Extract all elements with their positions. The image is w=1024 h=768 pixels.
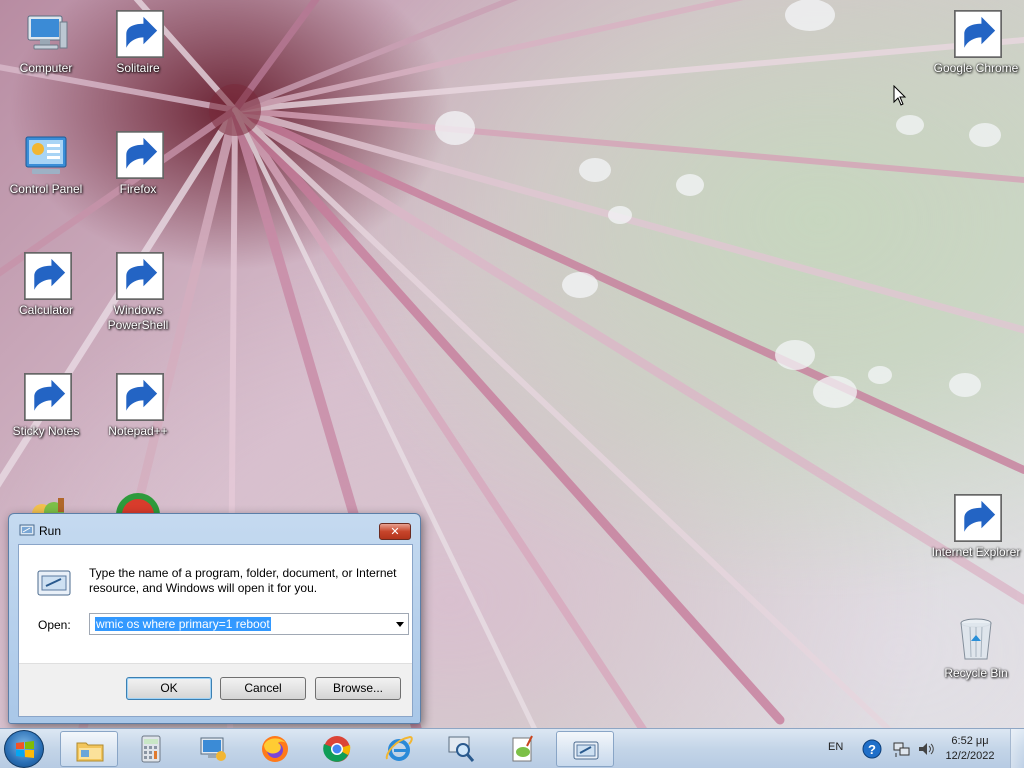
search-icon [446, 734, 476, 764]
taskbar-item-explorer[interactable] [60, 731, 118, 767]
desktop-icon-label: Windows PowerShell [107, 303, 169, 332]
language-indicator[interactable]: EN [828, 741, 843, 753]
desktop-icon-powershell[interactable]: Windows PowerShell [93, 252, 183, 333]
ie-icon [384, 734, 414, 764]
desktop-icon-internet-explorer[interactable]: Internet Explorer [931, 494, 1021, 560]
desktop-icon-control-panel[interactable]: Control Panel [1, 131, 91, 197]
folder-icon [75, 735, 105, 765]
recycle-bin-icon [952, 615, 1000, 663]
run-dialog-body: Type the name of a program, folder, docu… [18, 544, 413, 717]
desktop-icon-label: Firefox [119, 182, 157, 196]
calculator-icon [136, 734, 166, 764]
chrome-icon [952, 10, 1002, 58]
run-dialog-footer: OK Cancel Browse... [19, 663, 412, 716]
run-dialog-message: Type the name of a program, folder, docu… [89, 566, 397, 595]
run-program-icon [37, 570, 71, 596]
volume-icon[interactable] [916, 739, 936, 759]
desktop-icon-notepadpp[interactable]: Notepad++ [93, 373, 183, 439]
cancel-button[interactable]: Cancel [220, 677, 306, 700]
taskbar-item-search[interactable] [432, 731, 490, 767]
run-icon [19, 524, 35, 536]
clock[interactable]: 6:52 μμ 12/2/2022 [940, 734, 1000, 764]
taskbar-item-notepadpp[interactable] [494, 731, 552, 767]
desktop-icon-label: Sticky Notes [12, 424, 80, 438]
network-icon[interactable] [892, 739, 912, 759]
desktop-icon-firefox[interactable]: Firefox [93, 131, 183, 197]
desktop-icon-label: Notepad++ [108, 424, 168, 438]
computer-icon [22, 10, 70, 58]
notepadpp-icon [508, 734, 538, 764]
taskbar-item-chrome[interactable] [308, 731, 366, 767]
sticky-notes-icon [22, 373, 72, 421]
run-dialog-titlebar[interactable]: Run ✕ [9, 514, 420, 544]
start-button[interactable] [4, 730, 44, 768]
taskbar-item-remote-desktop[interactable] [184, 731, 242, 767]
desktop-icon-label: Computer [19, 61, 73, 75]
open-command-input[interactable]: wmic os where primary=1 reboot [95, 617, 271, 631]
firefox-icon [114, 131, 164, 179]
browse-button[interactable]: Browse... [315, 677, 401, 700]
desktop-icon-google-chrome[interactable]: Google Chrome [931, 10, 1021, 76]
taskbar-item-calculator[interactable] [122, 731, 180, 767]
desktop-icon-label: Solitaire [116, 61, 160, 75]
desktop-icon-label: Google Chrome [933, 61, 1019, 75]
chevron-down-icon[interactable] [396, 622, 404, 627]
desktop-icon-computer[interactable]: Computer [1, 10, 91, 76]
help-icon[interactable]: ? [862, 739, 882, 759]
desktop-icon-sticky-notes[interactable]: Sticky Notes [1, 373, 91, 439]
clock-time: 6:52 μμ [951, 735, 989, 747]
powershell-icon [114, 252, 164, 300]
clock-date: 12/2/2022 [945, 750, 995, 762]
taskbar-item-firefox[interactable] [246, 731, 304, 767]
control-panel-icon [22, 131, 70, 179]
chrome-icon [322, 734, 352, 764]
taskbar-item-ie[interactable] [370, 731, 428, 767]
partial-desktop-icon [115, 492, 161, 514]
svg-text:?: ? [868, 742, 876, 757]
close-button[interactable]: ✕ [379, 523, 411, 540]
calculator-icon [22, 252, 72, 300]
desktop-icon-label: Internet Explorer [931, 545, 1021, 559]
run-icon [571, 735, 601, 765]
desktop-icon-label: Calculator [18, 303, 74, 317]
remote-desktop-icon [198, 734, 228, 764]
taskbar-item-run[interactable] [556, 731, 614, 767]
windows-logo-icon [16, 741, 34, 758]
desktop-icon-recycle-bin[interactable]: Recycle Bin [931, 615, 1021, 681]
open-command-combobox[interactable]: wmic os where primary=1 reboot [89, 613, 409, 635]
ie-icon [952, 494, 1002, 542]
desktop-icon-label: Control Panel [9, 182, 83, 196]
show-desktop-button[interactable] [1010, 729, 1024, 768]
firefox-icon [260, 734, 290, 764]
taskbar: EN ? 6:52 μμ 12/2/2022 [0, 728, 1024, 768]
solitaire-icon [114, 10, 164, 58]
desktop-icon-calculator[interactable]: Calculator [1, 252, 91, 318]
run-dialog-title: Run [39, 524, 62, 538]
ok-button[interactable]: OK [126, 677, 212, 700]
desktop-icon-solitaire[interactable]: Solitaire [93, 10, 183, 76]
partial-desktop-icon [28, 492, 70, 514]
mouse-cursor-icon [893, 85, 907, 106]
desktop-icon-label: Recycle Bin [944, 666, 1008, 680]
open-label: Open: [38, 618, 71, 632]
notepadpp-icon [114, 373, 164, 421]
run-dialog[interactable]: Run ✕ Type the name of a program, folder… [8, 513, 421, 724]
